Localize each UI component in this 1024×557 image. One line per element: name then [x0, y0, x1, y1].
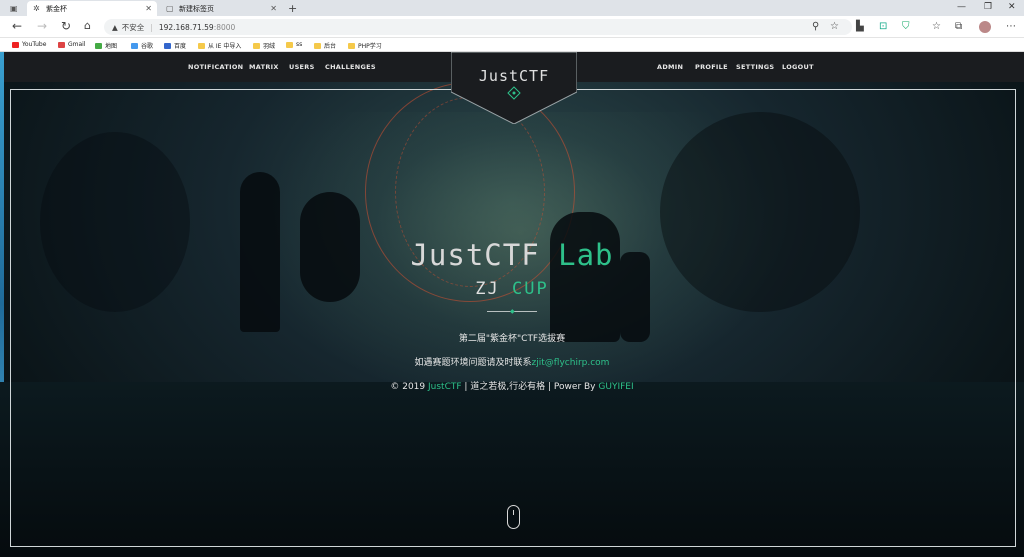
- new-tab-icon[interactable]: +: [288, 2, 297, 15]
- site-logo: JustCTF: [478, 67, 550, 85]
- separator: |: [150, 22, 153, 32]
- more-icon[interactable]: ⋯: [1006, 21, 1016, 32]
- bookmark-gmail[interactable]: Gmail: [58, 41, 86, 48]
- shield-icon[interactable]: ⛉: [902, 21, 910, 32]
- address-toolbar: ← → ↻ ⌂ ▲ 不安全 | 192.168.71.59 :8000 ⚲ ☆ …: [0, 16, 1024, 38]
- search-icon[interactable]: ⚲: [812, 21, 819, 32]
- nav-admin[interactable]: ADMIN: [657, 63, 683, 71]
- tab-title: 紫金杯: [46, 4, 67, 13]
- bookmark-yurong[interactable]: 羽绒: [253, 41, 275, 50]
- bookmark-baidu[interactable]: 百度: [164, 41, 186, 50]
- youtube-icon: [12, 41, 19, 48]
- bookmark-php[interactable]: PHP学习: [348, 41, 382, 50]
- warning-icon: ▲: [112, 22, 118, 32]
- reading-mode-icon[interactable]: ☆: [830, 21, 839, 32]
- insecure-label: 不安全: [121, 22, 145, 32]
- folder-icon: [198, 42, 205, 49]
- maps-icon: [95, 42, 102, 49]
- page-viewport: NOTIFICATION MATRIX USERS CHALLENGES ADM…: [0, 52, 1024, 557]
- site-favicon-icon: ✲: [33, 3, 40, 13]
- folder-icon: [253, 42, 260, 49]
- nav-notification[interactable]: NOTIFICATION: [188, 63, 243, 71]
- tab-title: 新建标签页: [179, 4, 214, 13]
- window-close-icon[interactable]: ✕: [1008, 2, 1016, 12]
- restore-icon[interactable]: ❐: [984, 2, 992, 12]
- nav-logout[interactable]: LOGOUT: [782, 63, 814, 71]
- google-icon: [131, 42, 138, 49]
- tab-close-icon[interactable]: ✕: [270, 4, 277, 13]
- avatar[interactable]: [979, 21, 991, 33]
- screenshot-icon[interactable]: ⊡: [879, 21, 887, 32]
- url-host: 192.168.71.59: [158, 22, 214, 32]
- home-icon[interactable]: ⌂: [84, 19, 91, 32]
- divider-ornament-icon: ◆: [510, 308, 515, 315]
- browser-tab-strip: ▣ ✲ 紫金杯 ✕ ▢ 新建标签页 ✕ + — ❐ ✕: [0, 0, 1024, 16]
- nav-users[interactable]: USERS: [289, 63, 315, 71]
- bookmarks-bar: YouTube Gmail 地图 谷歌 百度 从 IE 中导入 羽绒 ss 后台…: [0, 38, 1024, 52]
- reload-icon[interactable]: ↻: [61, 19, 71, 33]
- tab-close-icon[interactable]: ✕: [145, 4, 152, 13]
- folder-icon: [314, 42, 321, 49]
- address-field[interactable]: ▲ 不安全 | 192.168.71.59 :8000: [104, 19, 852, 35]
- footer-brand-link[interactable]: JustCTF: [428, 382, 462, 392]
- forward-icon[interactable]: →: [37, 19, 47, 33]
- contact-line: 如遇赛题环境问题请及时联系zjit@flychirp.com: [414, 358, 610, 368]
- tab-new-page[interactable]: ▢ 新建标签页 ✕: [160, 1, 282, 16]
- nav-matrix[interactable]: MATRIX: [249, 63, 279, 71]
- footer-line: © 2019 JustCTF | 道之若极,行必有格 | Power By GU…: [390, 382, 634, 392]
- hero-subtitle: ZJ CUP: [475, 279, 549, 299]
- bookmark-admin[interactable]: 后台: [314, 41, 336, 50]
- hero-title: JustCTF Lab: [410, 238, 614, 272]
- folder-icon: [348, 42, 355, 49]
- bookmark-maps[interactable]: 地图: [95, 41, 117, 50]
- back-icon[interactable]: ←: [12, 19, 22, 33]
- minimize-icon[interactable]: —: [957, 2, 966, 12]
- bookmark-ss[interactable]: ss: [286, 41, 302, 48]
- logo-banner[interactable]: JustCTF: [450, 52, 578, 125]
- favorites-icon[interactable]: ☆: [932, 21, 941, 32]
- nav-profile[interactable]: PROFILE: [695, 63, 728, 71]
- bookmark-ie-import[interactable]: 从 IE 中导入: [198, 41, 241, 50]
- url-port: :8000: [213, 22, 236, 32]
- nav-challenges[interactable]: CHALLENGES: [325, 63, 376, 71]
- content-frame: [10, 89, 1016, 547]
- nav-settings[interactable]: SETTINGS: [736, 63, 774, 71]
- event-line: 第二届"紫金杯"CTF选拔赛: [458, 334, 566, 344]
- footer-author-link[interactable]: GUYIFEI: [598, 382, 633, 392]
- scroll-mouse-icon[interactable]: [507, 505, 520, 529]
- bookmark-youtube[interactable]: YouTube: [12, 41, 46, 48]
- tab-actions-icon[interactable]: ▣: [4, 1, 24, 16]
- baidu-icon: [164, 42, 171, 49]
- bookmark-google[interactable]: 谷歌: [131, 41, 153, 50]
- page-icon: ▢: [166, 3, 174, 13]
- tab-active[interactable]: ✲ 紫金杯 ✕: [27, 1, 157, 16]
- folder-icon: [286, 41, 293, 48]
- gmail-icon: [58, 41, 65, 48]
- contact-email-link[interactable]: zjit@flychirp.com: [532, 358, 610, 368]
- extension-icon[interactable]: ▙: [856, 21, 864, 32]
- collections-icon[interactable]: ⧉: [955, 21, 962, 32]
